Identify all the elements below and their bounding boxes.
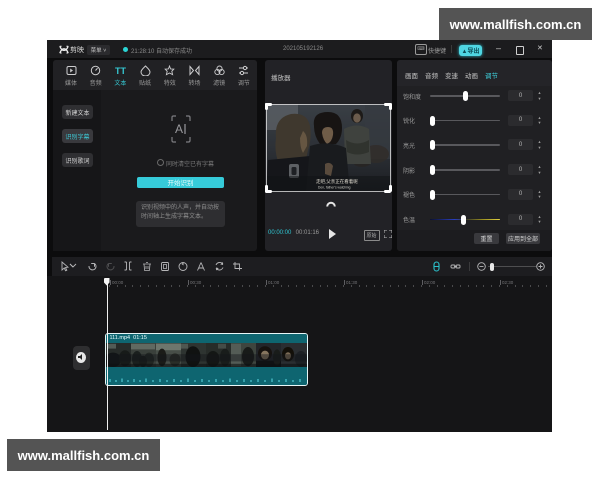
svg-text:A: A bbox=[175, 122, 183, 136]
svg-text:TT: TT bbox=[115, 66, 126, 76]
